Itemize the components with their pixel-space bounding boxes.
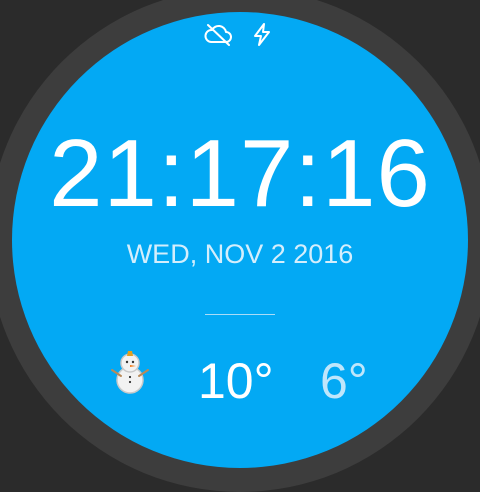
divider — [205, 314, 275, 315]
clock-date: WED, NOV 2 2016 — [126, 239, 354, 269]
cloud-off-icon — [203, 22, 233, 46]
charging-bolt-icon — [247, 22, 277, 46]
clock-time: 21:17:16 — [49, 120, 431, 227]
snowman-icon — [106, 348, 158, 394]
temperature-high: 10° — [198, 353, 274, 409]
status-bar — [0, 22, 480, 46]
temperature-low: 6° — [320, 353, 368, 409]
